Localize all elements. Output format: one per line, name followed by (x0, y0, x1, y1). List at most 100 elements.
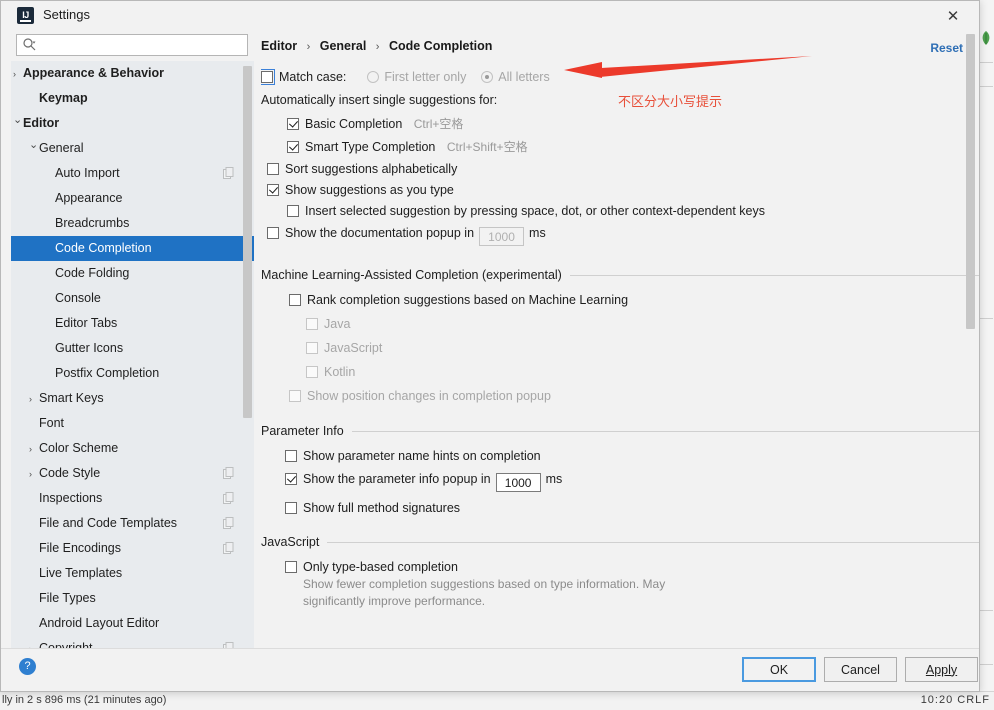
screen: at // o s 叫 + sk lly in 2 s 896 ms (21 m… (0, 0, 994, 710)
param-name-hints-label: Show parameter name hints on completion (303, 449, 541, 463)
dialog-titlebar: IJ Settings ✕ (1, 1, 979, 31)
doc-popup-delay-input[interactable]: 1000 (479, 227, 525, 246)
search-box[interactable] (16, 34, 248, 56)
sidebar-item-postfix-completion[interactable]: Postfix Completion (11, 361, 254, 386)
breadcrumb-part-general[interactable]: General (320, 39, 367, 53)
sidebar-item-label: Auto Import (55, 166, 120, 180)
copy-settings-icon[interactable] (223, 517, 234, 529)
breadcrumb-part-code-completion: Code Completion (388, 39, 493, 53)
sidebar-item-inspections[interactable]: Inspections (11, 486, 254, 511)
sidebar-item-label: Font (39, 416, 65, 430)
basic-completion-row: Basic Completion Ctrl+空格 (261, 115, 979, 132)
sidebar-item-code-folding[interactable]: Code Folding (11, 261, 254, 286)
ml-java-label: Java (324, 317, 351, 331)
sidebar-item-file-encodings[interactable]: File Encodings (11, 536, 254, 561)
sidebar-item-color-scheme[interactable]: › Color Scheme (11, 436, 254, 461)
all-letters-radio[interactable] (481, 71, 494, 83)
sidebar-item-label: Editor Tabs (55, 316, 118, 330)
sidebar-item-keymap[interactable]: Keymap (11, 86, 254, 111)
sidebar-item-console[interactable]: Console (11, 286, 254, 311)
only-type-based-label: Only type-based completion (303, 560, 458, 574)
rank-ml-checkbox[interactable] (289, 294, 301, 306)
param-popup-row: Show the parameter info popup in 1000 ms (261, 472, 979, 492)
first-letter-only-radio[interactable] (367, 71, 380, 83)
sidebar-item-font[interactable]: Font (11, 411, 254, 436)
sidebar-item-code-style[interactable]: › Code Style (11, 461, 254, 486)
chevron-right-icon[interactable]: › (29, 444, 39, 454)
content-scrollbar-thumb[interactable] (966, 34, 975, 329)
chevron-right-icon[interactable]: › (29, 394, 39, 404)
apply-button-label: Apply (925, 662, 958, 677)
sidebar-item-breadcrumbs[interactable]: Breadcrumbs (11, 211, 254, 236)
ml-javascript-checkbox[interactable] (306, 342, 318, 354)
param-popup-delay-input[interactable]: 1000 (495, 473, 541, 492)
chevron-right-icon: › (375, 41, 380, 53)
status-position-text: 10:20 CRLF (920, 694, 990, 706)
sidebar-item-gutter-icons[interactable]: Gutter Icons (11, 336, 254, 361)
sidebar-item-code-completion[interactable]: Code Completion (11, 236, 254, 261)
help-icon[interactable]: ? (19, 658, 36, 675)
javascript-section-label: JavaScript (261, 535, 320, 549)
chevron-down-icon[interactable]: ⌄ (13, 115, 23, 126)
cancel-button[interactable]: Cancel (824, 657, 897, 682)
sidebar-item-file-and-code-templates[interactable]: File and Code Templates (11, 511, 254, 536)
apply-button[interactable]: Apply (905, 657, 978, 682)
sidebar-item-editor[interactable]: ⌄ Editor (11, 111, 254, 136)
ml-java-checkbox[interactable] (306, 318, 318, 330)
param-name-hints-checkbox[interactable] (285, 450, 297, 462)
sidebar-item-label: Gutter Icons (55, 341, 124, 355)
show-doc-popup-checkbox[interactable] (267, 227, 279, 239)
close-icon[interactable]: ✕ (941, 5, 965, 27)
ok-button[interactable]: OK (742, 657, 816, 682)
tree-scrollbar-thumb[interactable] (243, 66, 252, 418)
full-method-signatures-row: Show full method signatures (261, 501, 979, 515)
breadcrumb-part-editor[interactable]: Editor (261, 39, 297, 53)
chevron-down-icon[interactable]: ⌄ (29, 140, 39, 151)
only-type-based-hint: Show fewer completion suggestions based … (261, 576, 979, 610)
smart-type-completion-checkbox[interactable] (287, 141, 299, 153)
copy-settings-icon[interactable] (223, 542, 234, 554)
copy-settings-icon[interactable] (223, 467, 234, 479)
sort-alphabetically-checkbox[interactable] (267, 163, 279, 175)
doc-popup-unit: ms (529, 226, 546, 240)
sidebar-item-auto-import[interactable]: Auto Import (11, 161, 254, 186)
chevron-right-icon[interactable]: › (29, 469, 39, 479)
only-type-based-checkbox[interactable] (285, 561, 297, 573)
sidebar-item-label: Code Folding (55, 266, 130, 280)
sidebar-item-label: Editor (23, 116, 60, 130)
parameter-info-section-label: Parameter Info (261, 424, 344, 438)
sidebar-item-label: File Encodings (39, 541, 121, 555)
search-input[interactable] (21, 37, 247, 53)
match-case-checkbox[interactable] (261, 69, 275, 85)
full-method-signatures-checkbox[interactable] (285, 502, 297, 514)
ml-kotlin-checkbox[interactable] (306, 366, 318, 378)
ml-javascript-row: JavaScript (261, 341, 979, 355)
show-position-changes-checkbox[interactable] (289, 390, 301, 402)
show-as-you-type-checkbox[interactable] (267, 184, 279, 196)
copy-settings-icon[interactable] (223, 492, 234, 504)
settings-dialog: IJ Settings ✕ Reset › Appearance & Behavi… (0, 0, 980, 692)
content-scrollbar[interactable] (966, 34, 975, 662)
param-popup-checkbox[interactable] (285, 473, 297, 485)
sidebar-item-label: Android Layout Editor (39, 616, 160, 630)
chevron-right-icon[interactable]: › (13, 69, 23, 79)
parameter-info-section-header: Parameter Info (261, 424, 979, 438)
sidebar-item-label: File and Code Templates (39, 516, 178, 530)
sidebar-item-label: General (39, 141, 84, 155)
sidebar-item-editor-tabs[interactable]: Editor Tabs (11, 311, 254, 336)
insert-selected-checkbox[interactable] (287, 205, 299, 217)
show-doc-popup-label: Show the documentation popup in (285, 226, 475, 240)
copy-settings-icon[interactable] (223, 167, 234, 179)
sidebar-item-general[interactable]: ⌄ General (11, 136, 254, 161)
sidebar-item-label: Inspections (39, 491, 103, 505)
sidebar-item-live-templates[interactable]: Live Templates (11, 561, 254, 586)
settings-tree[interactable]: › Appearance & Behavior Keymap ⌄ Editor ⌄ Gene… (11, 61, 254, 662)
sidebar-item-appearance[interactable]: Appearance (11, 186, 254, 211)
sidebar-item-android-layout-editor[interactable]: Android Layout Editor (11, 611, 254, 636)
sidebar-item-smart-keys[interactable]: › Smart Keys (11, 386, 254, 411)
sidebar-item-file-types[interactable]: File Types (11, 586, 254, 611)
tree-scrollbar[interactable] (243, 61, 252, 662)
background-status-bar: lly in 2 s 896 ms (21 minutes ago) 10:20… (0, 691, 994, 710)
basic-completion-checkbox[interactable] (287, 118, 299, 130)
sidebar-item-appearance-behavior[interactable]: › Appearance & Behavior (11, 61, 254, 86)
